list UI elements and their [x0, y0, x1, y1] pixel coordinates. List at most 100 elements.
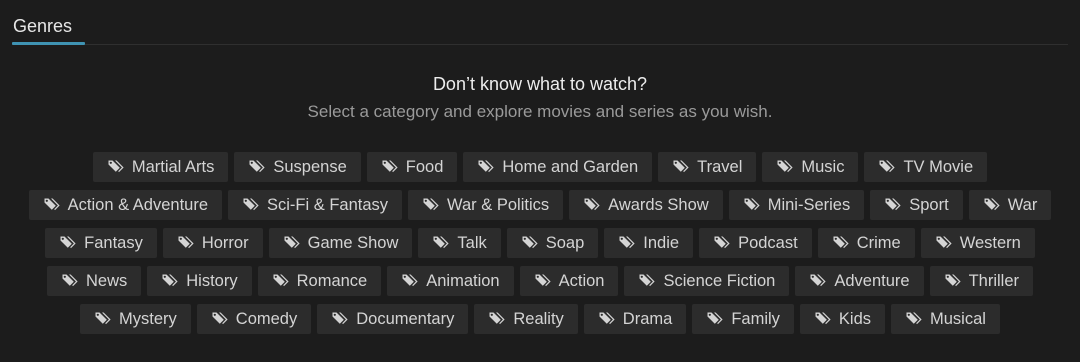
genre-chip[interactable]: War: [968, 190, 1052, 220]
genre-chip[interactable]: Action & Adventure: [28, 190, 223, 220]
genre-chip[interactable]: Podcast: [699, 228, 812, 258]
genre-chip[interactable]: Talk: [418, 228, 501, 258]
genre-chip[interactable]: Music: [762, 152, 859, 182]
tags-icon: [211, 311, 231, 327]
genre-chip[interactable]: Suspense: [234, 152, 361, 182]
tags-icon: [905, 311, 925, 327]
genre-label: Crime: [856, 233, 901, 252]
genre-label: Horror: [201, 233, 249, 252]
genre-chip[interactable]: Thriller: [929, 266, 1033, 296]
active-tab-indicator: [12, 42, 85, 45]
genre-label: Science Fiction: [663, 271, 776, 290]
genre-row: Martial Arts Suspense Food Home and Garden T…: [20, 152, 1060, 182]
tags-icon: [944, 273, 964, 289]
genre-chip[interactable]: News: [47, 266, 142, 296]
intro-subtitle: Select a category and explore movies and…: [307, 102, 773, 121]
genre-label: War & Politics: [447, 195, 550, 214]
tags-icon: [477, 159, 497, 175]
genre-label: Music: [801, 157, 845, 176]
tags-icon: [161, 273, 181, 289]
genre-chip[interactable]: Kids: [799, 304, 886, 334]
genre-chip[interactable]: Reality: [474, 304, 578, 334]
tags-icon: [832, 235, 852, 251]
genre-label: Mystery: [119, 309, 177, 328]
genre-chip[interactable]: Western: [920, 228, 1035, 258]
tags-icon: [809, 273, 829, 289]
genre-label: Comedy: [235, 309, 298, 328]
genre-chip[interactable]: Crime: [817, 228, 915, 258]
tags-icon: [272, 273, 292, 289]
tags-icon: [878, 159, 898, 175]
genre-label: War: [1007, 195, 1038, 214]
genre-chip[interactable]: Mystery: [80, 304, 191, 334]
genre-label: Soap: [545, 233, 585, 252]
genre-row: News History Romance Animation Action Science…: [20, 266, 1060, 296]
tags-icon: [381, 159, 401, 175]
genre-chip[interactable]: Adventure: [795, 266, 924, 296]
genre-label: Mini-Series: [767, 195, 851, 214]
genre-label: Martial Arts: [131, 157, 215, 176]
genre-chip[interactable]: Animation: [387, 266, 514, 296]
genre-chip[interactable]: Food: [366, 152, 458, 182]
genre-label: Documentary: [356, 309, 455, 328]
genre-chip[interactable]: Soap: [506, 228, 599, 258]
genre-label: Action: [558, 271, 605, 290]
tags-icon: [107, 159, 127, 175]
genre-chip[interactable]: Sci-Fi & Fantasy: [228, 190, 403, 220]
genre-label: Animation: [426, 271, 500, 290]
genre-chip[interactable]: Action: [519, 266, 619, 296]
genre-label: Indie: [643, 233, 680, 252]
genre-label: Game Show: [307, 233, 399, 252]
genre-chip[interactable]: Musical: [891, 304, 1000, 334]
genre-chip[interactable]: TV Movie: [864, 152, 988, 182]
tags-icon: [283, 235, 303, 251]
genre-chip[interactable]: Mini-Series: [728, 190, 865, 220]
genre-chip[interactable]: Fantasy: [45, 228, 157, 258]
tags-icon: [983, 197, 1003, 213]
genre-chip[interactable]: Travel: [658, 152, 757, 182]
genre-chip[interactable]: Horror: [162, 228, 263, 258]
genre-chip[interactable]: Martial Arts: [92, 152, 229, 182]
genre-label: Podcast: [738, 233, 798, 252]
genre-label: Drama: [622, 309, 673, 328]
tags-icon: [713, 235, 733, 251]
genre-chip[interactable]: Sport: [870, 190, 963, 220]
genre-label: Sci-Fi & Fantasy: [267, 195, 389, 214]
genre-chip[interactable]: Drama: [583, 304, 687, 334]
genre-label: History: [186, 271, 238, 290]
genre-chip[interactable]: Home and Garden: [463, 152, 653, 182]
genre-label: Fantasy: [84, 233, 143, 252]
genre-chip[interactable]: Family: [692, 304, 794, 334]
tags-icon: [521, 235, 541, 251]
genre-label: Romance: [296, 271, 368, 290]
genre-chip[interactable]: War & Politics: [408, 190, 564, 220]
genre-chip[interactable]: Comedy: [196, 304, 312, 334]
tags-icon: [884, 197, 904, 213]
genre-chip[interactable]: Game Show: [268, 228, 413, 258]
genre-row: Action & Adventure Sci-Fi & Fantasy War & …: [20, 190, 1060, 220]
genre-label: Action & Adventure: [67, 195, 209, 214]
genre-chip[interactable]: Awards Show: [569, 190, 723, 220]
tags-icon: [59, 235, 79, 251]
tab-genres[interactable]: Genres: [12, 16, 73, 45]
genre-label: Home and Garden: [502, 157, 639, 176]
tags-icon: [814, 311, 834, 327]
genre-chip[interactable]: Documentary: [317, 304, 469, 334]
genre-chip[interactable]: Science Fiction: [624, 266, 790, 296]
genre-label: Family: [731, 309, 780, 328]
intro-title: Don’t know what to watch?: [432, 74, 648, 94]
tags-icon: [242, 197, 262, 213]
tags-icon: [935, 235, 955, 251]
genre-row: Mystery Comedy Documentary Reality Drama Fami…: [20, 304, 1060, 334]
genre-label: Sport: [909, 195, 949, 214]
tags-icon: [706, 311, 726, 327]
genre-label: Adventure: [834, 271, 910, 290]
tags-icon: [534, 273, 554, 289]
genre-chip[interactable]: History: [147, 266, 252, 296]
genre-label: TV Movie: [903, 157, 974, 176]
genre-chip[interactable]: Romance: [257, 266, 382, 296]
tags-icon: [638, 273, 658, 289]
tags-icon: [618, 235, 638, 251]
genre-chip[interactable]: Indie: [604, 228, 694, 258]
genre-label: Kids: [838, 309, 872, 328]
